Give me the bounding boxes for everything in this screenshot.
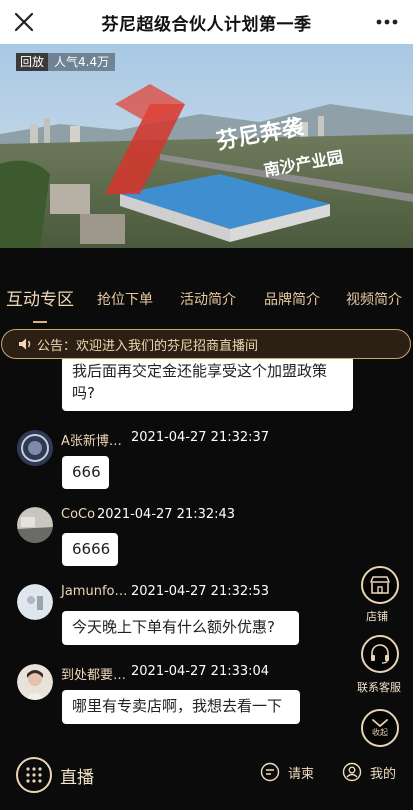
video-player[interactable]: 芬尼奔袭 南沙产业园 (0, 44, 413, 248)
live-menu-button[interactable] (16, 757, 52, 793)
avatar[interactable] (17, 584, 53, 620)
popularity-count: 人气4.4万 (48, 53, 116, 71)
avatar[interactable] (17, 430, 53, 466)
live-label[interactable]: 直播 (60, 763, 94, 788)
collapse-button[interactable]: 收起 (361, 709, 399, 747)
speaker-icon (19, 338, 31, 350)
sender-name: CoCo (61, 507, 96, 522)
avatar-image (17, 507, 53, 543)
tab-order[interactable]: 抢位下单 (97, 282, 153, 318)
page-title: 芬尼超级合伙人计划第一季 (101, 14, 312, 35)
chat-bubble: 6666 (62, 533, 118, 566)
message-time: 2021-04-27 21:32:53 (131, 584, 270, 599)
shop-label: 店铺 (366, 610, 388, 623)
invitation-label: 请柬 (288, 766, 315, 782)
avatar[interactable] (17, 664, 53, 700)
grid-icon (26, 767, 42, 783)
avatar-image (17, 584, 53, 620)
announcement-banner: 公告：欢迎进入我们的芬尼招商直播间 (1, 329, 411, 359)
collapse-label: 收起 (372, 728, 388, 737)
customer-service-label: 联系客服 (357, 681, 401, 694)
message-time: 2021-04-27 21:33:04 (131, 664, 270, 679)
message-time: 2021-04-27 21:32:43 (97, 507, 236, 522)
tab-activity[interactable]: 活动简介 (180, 282, 236, 318)
tab-interaction[interactable]: 互动专区 (6, 282, 74, 318)
mine-label: 我的 (370, 766, 397, 782)
announcement-text: 公告：欢迎进入我们的芬尼招商直播间 (37, 338, 259, 354)
replay-tag: 回放 (16, 53, 49, 71)
shop-icon (370, 576, 390, 594)
chevron-down-icon (372, 719, 388, 728)
customer-service-button[interactable] (361, 635, 399, 673)
more-icon[interactable] (373, 8, 401, 36)
sender-name: Jamunfo… (61, 584, 128, 599)
video-frame: 芬尼奔袭 南沙产业园 (0, 44, 413, 248)
replay-badge: 回放 人气4.4万 (16, 53, 116, 71)
tab-brand[interactable]: 品牌简介 (264, 282, 320, 318)
avatar-image (17, 430, 53, 466)
tab-bar: 互动专区 抢位下单 活动简介 品牌简介 视频简介 (0, 282, 413, 318)
sender-name: 到处都要… (61, 668, 127, 683)
sender-name: A张新博… (61, 434, 122, 449)
message-time: 2021-04-27 21:32:37 (131, 430, 270, 445)
invitation-icon (260, 762, 280, 782)
close-icon[interactable] (10, 8, 38, 36)
chat-bubble: 666 (62, 456, 109, 489)
chat-bubble: 哪里有专卖店啊，我想去看一下 (62, 690, 300, 724)
avatar[interactable] (17, 507, 53, 543)
active-tab-indicator (33, 321, 47, 323)
user-icon (342, 762, 362, 782)
shop-button[interactable] (361, 566, 399, 604)
chat-bubble: 我后面再交定金还能享受这个加盟政策吗? (62, 356, 353, 411)
chat-bubble: 今天晚上下单有什么额外优惠? (62, 611, 299, 645)
invitation-button[interactable]: 请柬 (260, 762, 314, 782)
headset-icon (371, 644, 389, 664)
mine-button[interactable]: 我的 (342, 762, 396, 782)
tab-video[interactable]: 视频简介 (346, 282, 402, 318)
avatar-image (17, 664, 53, 700)
top-bar: 芬尼超级合伙人计划第一季 (0, 0, 413, 44)
